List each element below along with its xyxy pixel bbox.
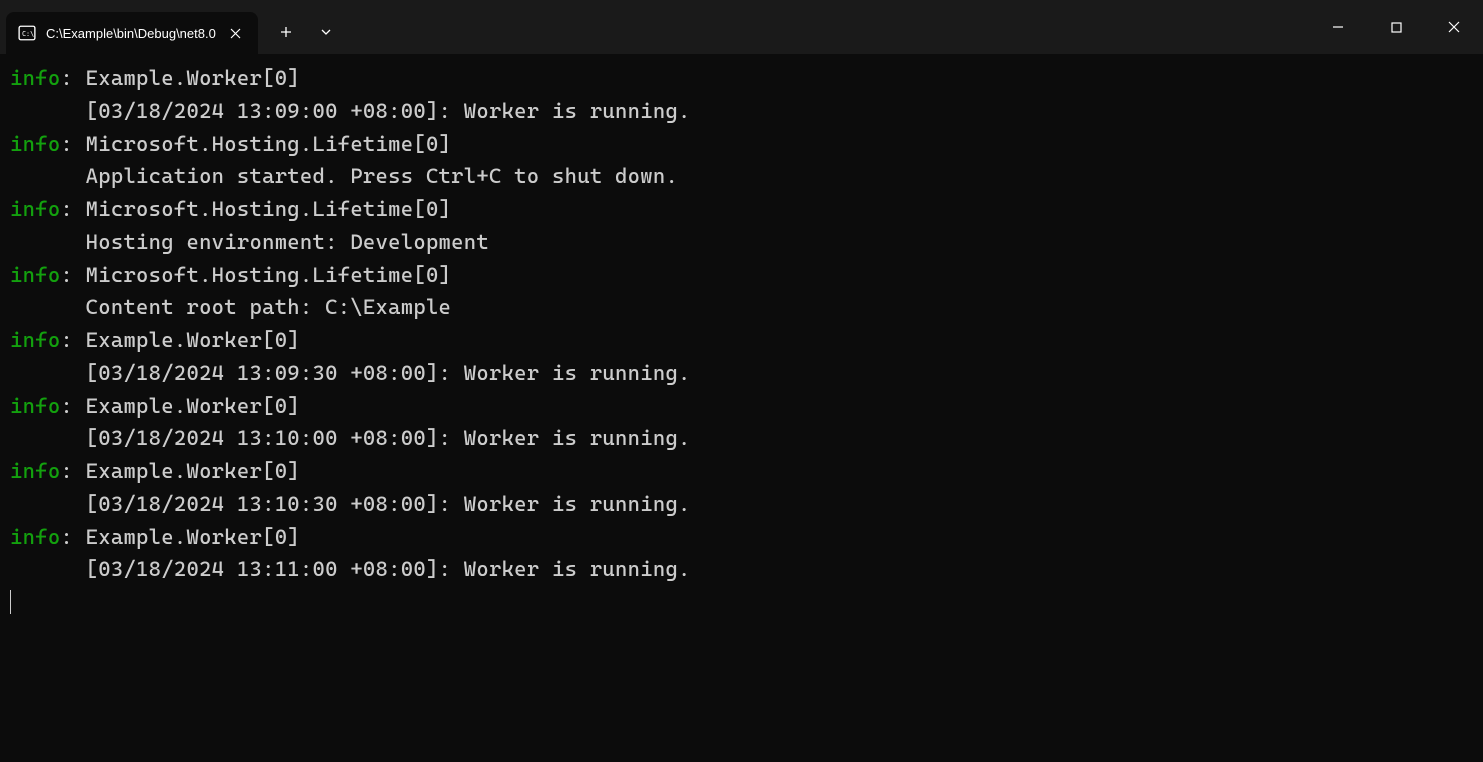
- log-level: info: [10, 459, 60, 483]
- log-source: : Microsoft.Hosting.Lifetime[0]: [60, 197, 451, 221]
- log-level: info: [10, 525, 60, 549]
- log-source: : Microsoft.Hosting.Lifetime[0]: [60, 132, 451, 156]
- tab-active[interactable]: C:\ C:\Example\bin\Debug\net8.0: [6, 12, 258, 54]
- tab-close-button[interactable]: [226, 23, 246, 43]
- terminal-icon: C:\: [18, 24, 36, 42]
- log-level: info: [10, 132, 60, 156]
- tab-dropdown-button[interactable]: [306, 13, 346, 51]
- terminal-output[interactable]: info: Example.Worker[0] [03/18/2024 13:0…: [0, 54, 1483, 762]
- title-bar: C:\ C:\Example\bin\Debug\net8.0: [0, 0, 1483, 54]
- log-message: [03/18/2024 13:09:00 +08:00]: Worker is …: [10, 95, 1475, 128]
- log-level: info: [10, 394, 60, 418]
- log-source: : Example.Worker[0]: [60, 525, 300, 549]
- minimize-button[interactable]: [1309, 0, 1367, 54]
- log-level: info: [10, 197, 60, 221]
- log-source: : Example.Worker[0]: [60, 328, 300, 352]
- terminal-cursor: [10, 590, 11, 614]
- log-entry: info: Example.Worker[0]: [10, 62, 1475, 95]
- log-level: info: [10, 263, 60, 287]
- log-level: info: [10, 66, 60, 90]
- log-message: [03/18/2024 13:10:30 +08:00]: Worker is …: [10, 488, 1475, 521]
- new-tab-button[interactable]: [266, 13, 306, 51]
- log-source: : Example.Worker[0]: [60, 394, 300, 418]
- log-message: [03/18/2024 13:09:30 +08:00]: Worker is …: [10, 357, 1475, 390]
- log-entry: info: Example.Worker[0]: [10, 521, 1475, 554]
- log-message: Content root path: C:\Example: [10, 291, 1475, 324]
- log-source: : Example.Worker[0]: [60, 66, 300, 90]
- log-entry: info: Microsoft.Hosting.Lifetime[0]: [10, 128, 1475, 161]
- log-source: : Example.Worker[0]: [60, 459, 300, 483]
- log-message: [03/18/2024 13:11:00 +08:00]: Worker is …: [10, 553, 1475, 586]
- tab-area: C:\ C:\Example\bin\Debug\net8.0: [0, 0, 258, 54]
- log-entry: info: Example.Worker[0]: [10, 390, 1475, 423]
- log-entry: info: Microsoft.Hosting.Lifetime[0]: [10, 259, 1475, 292]
- tab-title: C:\Example\bin\Debug\net8.0: [46, 26, 216, 41]
- log-message: Hosting environment: Development: [10, 226, 1475, 259]
- log-message: Application started. Press Ctrl+C to shu…: [10, 160, 1475, 193]
- log-source: : Microsoft.Hosting.Lifetime[0]: [60, 263, 451, 287]
- log-level: info: [10, 328, 60, 352]
- log-message: [03/18/2024 13:10:00 +08:00]: Worker is …: [10, 422, 1475, 455]
- svg-text:C:\: C:\: [22, 30, 34, 38]
- title-bar-drag-area[interactable]: [346, 0, 1309, 54]
- window-controls: [1309, 0, 1483, 54]
- log-entry: info: Microsoft.Hosting.Lifetime[0]: [10, 193, 1475, 226]
- close-button[interactable]: [1425, 0, 1483, 54]
- log-entry: info: Example.Worker[0]: [10, 324, 1475, 357]
- log-entry: info: Example.Worker[0]: [10, 455, 1475, 488]
- maximize-button[interactable]: [1367, 0, 1425, 54]
- tab-actions: [258, 0, 346, 54]
